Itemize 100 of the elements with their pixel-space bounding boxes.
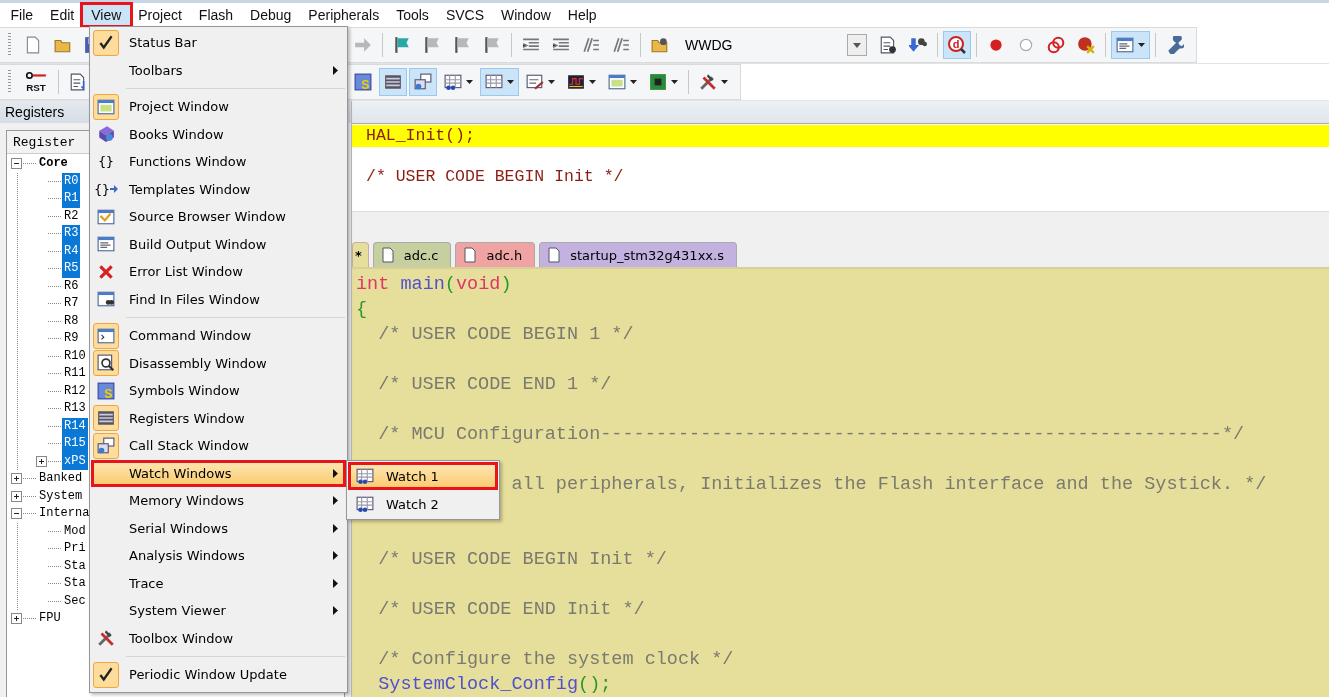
menu-item[interactable]: SVCS [437, 5, 493, 25]
tree-item[interactable]: R7 [62, 295, 81, 313]
tree-item[interactable]: R15 [62, 435, 88, 453]
menu-item[interactable]: Flash [190, 5, 242, 25]
tree-item[interactable]: System [37, 487, 85, 505]
folder-search-icon [651, 36, 669, 54]
collapse-toggle[interactable] [11, 508, 22, 520]
flag-icon [453, 36, 471, 54]
tree-item[interactable]: Banked [37, 470, 85, 488]
file-tab[interactable]: adc.c [372, 242, 452, 267]
document-search-icon [879, 36, 897, 54]
menu-item[interactable]: Trace [91, 569, 346, 597]
book-icon [97, 125, 115, 144]
menu-item[interactable]: Tools [387, 5, 438, 25]
toolbar-button[interactable]: RST [19, 68, 53, 96]
menu-item[interactable]: Watch 1 [348, 462, 498, 490]
tree-item[interactable]: R3 [62, 225, 81, 243]
chip-icon [649, 73, 667, 91]
tree-item[interactable]: R0 [62, 172, 81, 190]
menu-item[interactable]: Books Window [91, 120, 346, 148]
menu-item[interactable]: Project [129, 5, 191, 25]
menu-item[interactable]: Edit [41, 5, 83, 25]
watch-icon [356, 467, 374, 485]
menu-item[interactable]: Watch Windows [91, 459, 346, 487]
menu-item[interactable]: Window [492, 5, 560, 25]
collapse-toggle[interactable] [11, 158, 22, 170]
tree-item[interactable]: R5 [62, 260, 81, 278]
menu-item[interactable]: Status Bar [91, 29, 346, 57]
code-line: /* USER CODE END 1 */ [378, 373, 612, 397]
menu-item[interactable]: Peripherals [299, 5, 388, 25]
code-line: all peripherals, Initializes the Flash interface and the Systick. */ [511, 473, 1267, 497]
menu-item[interactable]: Disassembly Window [91, 349, 346, 377]
arrow-icon [354, 36, 372, 54]
tree-item[interactable]: FPU [37, 610, 63, 628]
browser-icon [97, 207, 115, 226]
menu-item[interactable]: Memory Windows [91, 487, 346, 515]
tree-item[interactable]: Pri [62, 540, 88, 558]
menu-item[interactable]: Find In Files Window [91, 285, 346, 313]
rows-icon [97, 409, 115, 428]
tree-item[interactable]: Interna [37, 505, 92, 523]
file-tab[interactable]: startup_stm32g431xx.s [539, 242, 737, 267]
menu-item[interactable]: S Symbols Window [91, 377, 346, 405]
circle-icon [1017, 36, 1035, 54]
caret-icon [853, 42, 861, 48]
menu-item[interactable]: Periodic Window Update [91, 661, 346, 689]
code-line: int main(void) [356, 273, 512, 297]
tree-item[interactable]: R8 [62, 312, 81, 330]
tree-item[interactable]: R6 [62, 277, 81, 295]
menu-item[interactable]: Toolbox Window [91, 624, 346, 652]
tree-item[interactable]: R14 [62, 417, 88, 435]
tree-item[interactable]: R11 [62, 365, 88, 383]
tree-item[interactable]: R2 [62, 207, 81, 225]
expand-toggle[interactable] [11, 613, 22, 625]
code-line: SystemClock_Config(); [378, 673, 612, 697]
menu-item[interactable]: Build Output Window [91, 230, 346, 258]
menu-item[interactable]: Watch 2 [348, 490, 498, 518]
tree-item[interactable]: R1 [62, 190, 81, 208]
symbols-icon: S [354, 73, 372, 91]
tree-item[interactable]: R13 [62, 400, 88, 418]
flag-icon [393, 36, 411, 54]
menu-item[interactable]: View [82, 5, 130, 25]
toolbar-grip[interactable] [8, 70, 11, 94]
code-line: { [356, 298, 368, 322]
menu-item[interactable]: Source Browser Window [91, 203, 346, 231]
menu-item[interactable]: Help [559, 5, 606, 25]
document-icon [24, 36, 42, 54]
file-tab[interactable]: adc.h [455, 242, 536, 267]
menu-item[interactable]: Project Window [91, 93, 346, 121]
tree-item[interactable]: Mod [62, 522, 88, 540]
menu-item[interactable]: File [2, 5, 42, 25]
file-tab[interactable]: * [352, 242, 369, 267]
tree-item[interactable]: Core [37, 155, 70, 173]
menu-item[interactable]: Analysis Windows [91, 542, 346, 570]
dropdown-button[interactable] [847, 34, 867, 56]
menu-item[interactable]: Error List Window [91, 258, 346, 286]
code-line: /* USER CODE BEGIN Init */ [378, 548, 667, 572]
toolbar-button[interactable]: d [943, 31, 971, 59]
tree-item[interactable]: Sta [62, 575, 88, 593]
menu-item[interactable]: {} Functions Window [91, 148, 346, 176]
expand-toggle[interactable] [11, 490, 22, 502]
tree-item[interactable]: R9 [62, 330, 81, 348]
menu-item[interactable]: Toolbars [91, 56, 346, 84]
toolbar-grip[interactable] [8, 33, 11, 57]
menu-item[interactable]: Debug [241, 5, 300, 25]
flag-icon [423, 36, 441, 54]
menu-item[interactable]: System Viewer [91, 597, 346, 625]
tree-item[interactable]: Sta [62, 557, 88, 575]
menu-item[interactable]: Call Stack Window [91, 432, 346, 460]
tree-item[interactable]: R10 [62, 347, 88, 365]
find-combo-field[interactable]: WWDG [681, 34, 867, 56]
windows-icon [414, 73, 432, 91]
toolbar-button[interactable] [480, 68, 519, 96]
menu-item[interactable]: Serial Windows [91, 514, 346, 542]
menu-item[interactable]: Registers Window [91, 404, 346, 432]
tree-item[interactable]: R12 [62, 382, 88, 400]
menu-item[interactable]: Command Window [91, 322, 346, 350]
menu-item[interactable]: {} Templates Window [91, 175, 346, 203]
tree-item[interactable]: Sec [62, 592, 88, 610]
expand-toggle[interactable] [11, 473, 22, 485]
expand-toggle[interactable] [36, 455, 47, 467]
